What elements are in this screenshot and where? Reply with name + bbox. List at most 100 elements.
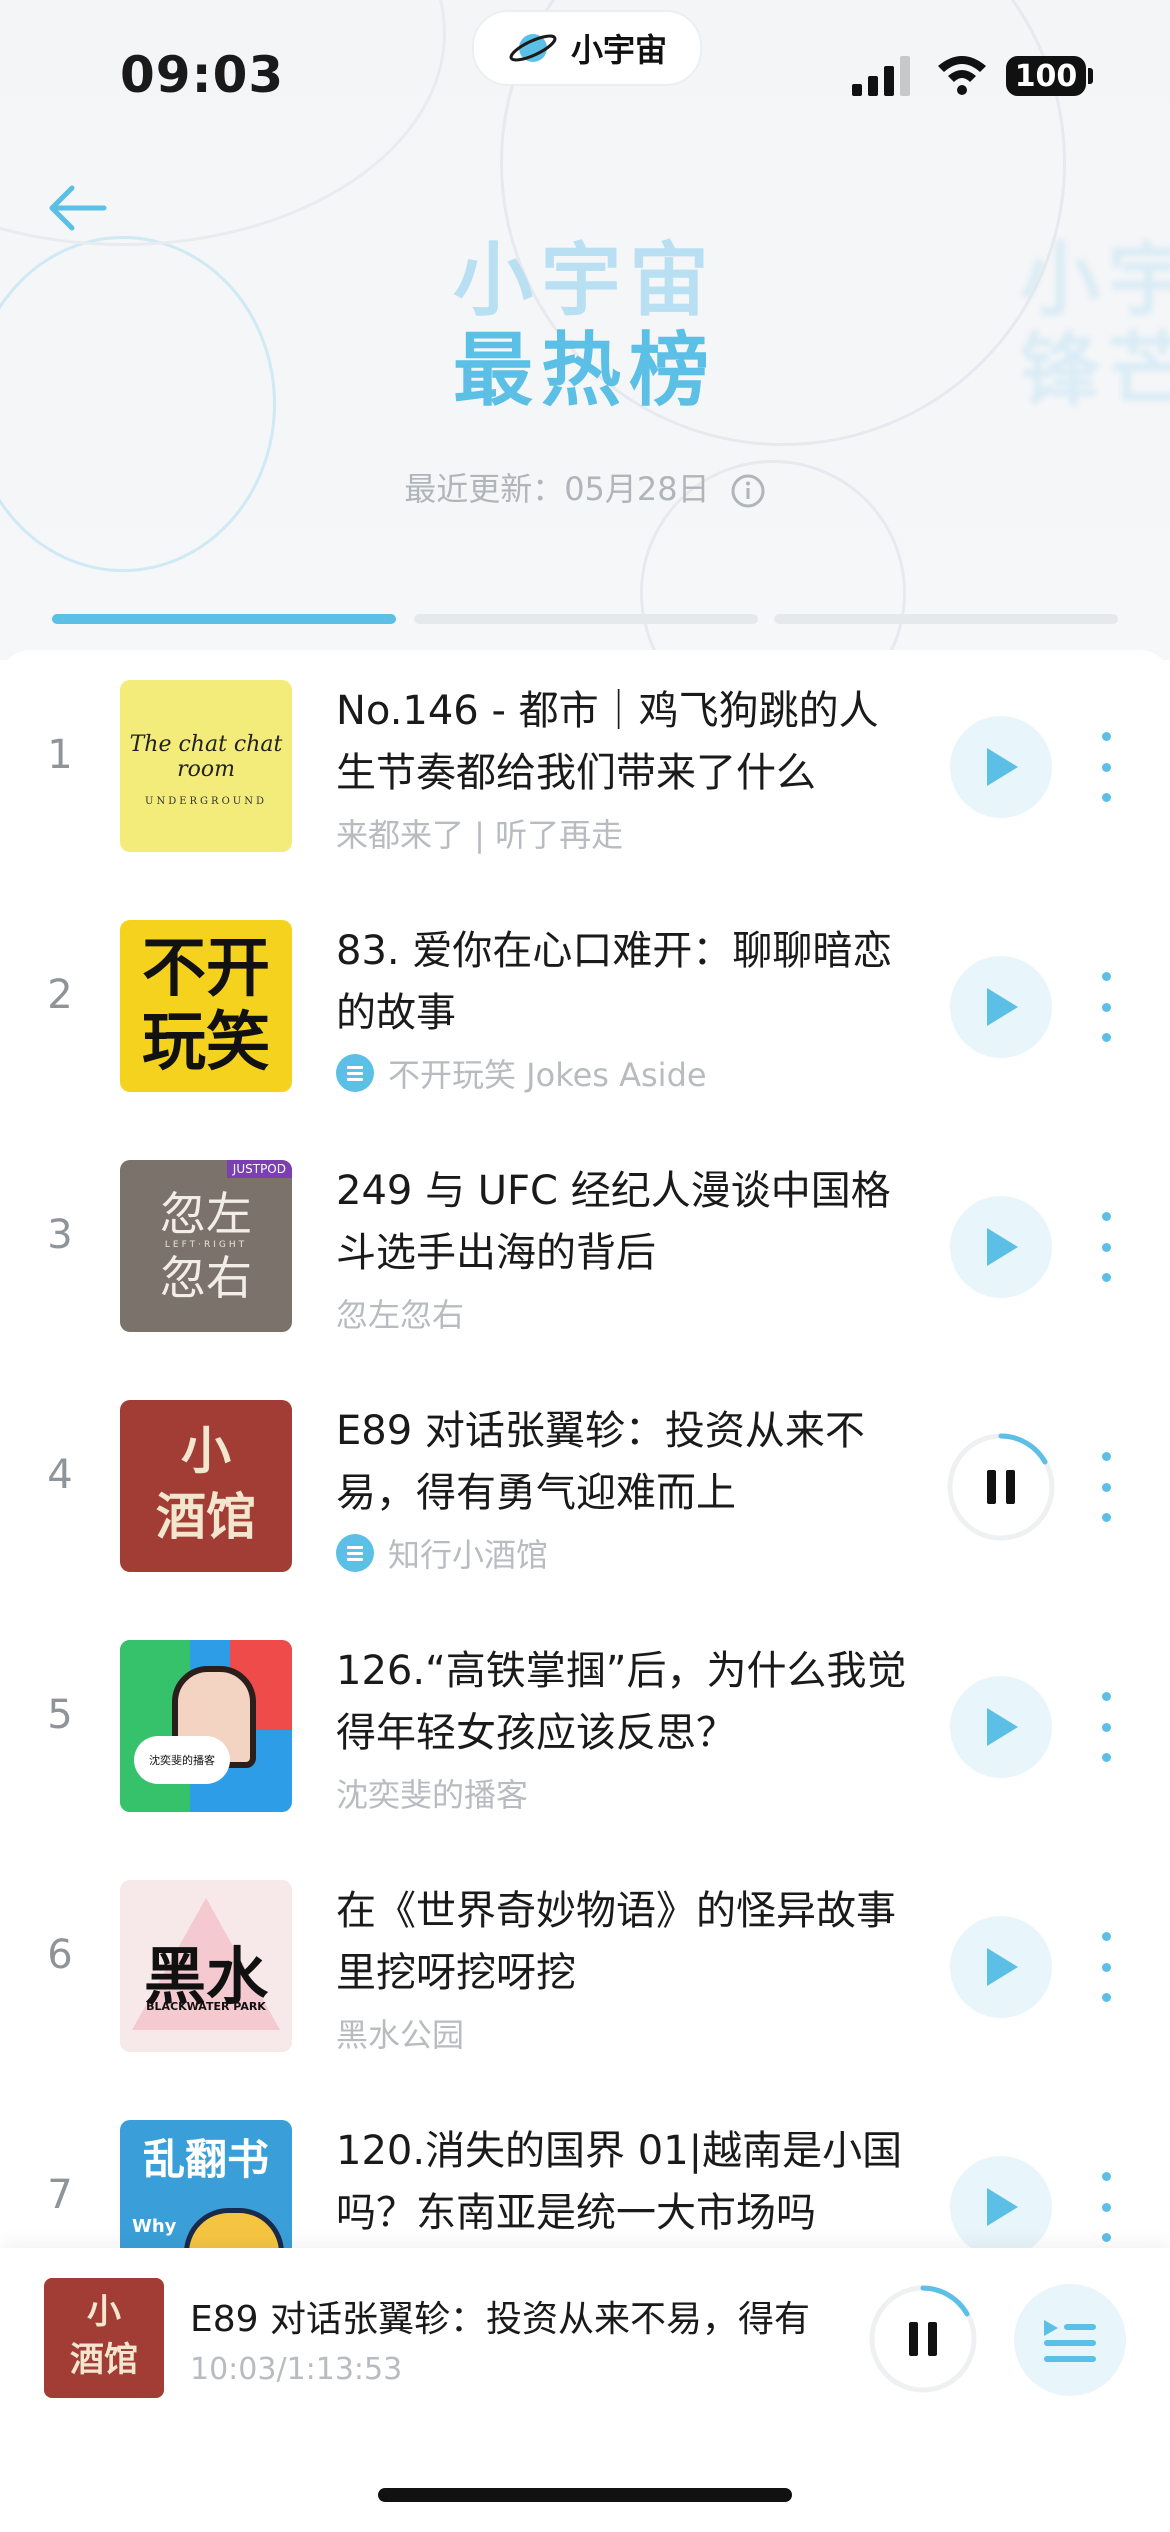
app-badge-label: 小宇宙 xyxy=(570,31,667,69)
dot xyxy=(1101,1932,1111,1941)
play-icon xyxy=(987,988,1018,1026)
episode-title[interactable]: 在《世界奇妙物语》的怪异故事里挖呀挖呀挖 xyxy=(336,1880,916,2004)
podcast-name[interactable]: 沈奕斐的播客 xyxy=(336,1770,916,1816)
more-options-button[interactable] xyxy=(1092,732,1120,802)
dot xyxy=(1101,732,1111,741)
dot xyxy=(1101,1212,1111,1221)
episode-title[interactable]: E89 对话张翼轸：投资从来不易，得有勇气迎难而上 xyxy=(336,1400,916,1524)
list-item[interactable]: 5 沈奕斐的播客 126.“高铁掌掴”后，为什么我觉得年轻女孩应该反思？ 沈奕斐… xyxy=(0,1610,1170,1850)
rank-number: 7 xyxy=(47,2172,73,2218)
dot xyxy=(1101,2233,1111,2242)
cover-subtext: Why xyxy=(132,2216,177,2237)
play-button[interactable] xyxy=(950,716,1052,818)
battery-nub xyxy=(1088,68,1093,84)
play-icon xyxy=(987,1228,1018,1266)
play-icon xyxy=(987,1708,1018,1746)
episode-title[interactable]: 249 与 UFC 经纪人漫谈中国格斗选手出海的背后 xyxy=(336,1160,916,1284)
episode-list: 1 The chat chat room UNDERGROUND No.146 … xyxy=(0,650,1170,2292)
episode-cover: 不开 玩笑 xyxy=(120,920,292,1092)
tab-indicator-active[interactable] xyxy=(52,614,396,624)
rank-number: 2 xyxy=(47,972,73,1018)
dot xyxy=(1101,1482,1111,1492)
pause-progress-icon xyxy=(947,1433,1055,1541)
dot xyxy=(1101,1033,1111,1042)
podcast-name-text: 知行小酒馆 xyxy=(388,1536,549,1574)
podcast-name[interactable]: 知行小酒馆 xyxy=(336,1530,916,1576)
play-icon xyxy=(987,748,1018,786)
cover-text: 小 酒馆 xyxy=(156,1422,256,1546)
podcast-name-text: 忽左忽右 xyxy=(336,1296,465,1334)
title-line-1: 小宇宙 xyxy=(453,234,717,327)
cover-tag: JUSTPOD xyxy=(226,1160,292,1178)
wifi-icon xyxy=(938,56,986,95)
podcast-name[interactable]: 来都来了 | 听了再走 xyxy=(336,810,916,856)
player-title[interactable]: E89 对话张翼轸：投资从来不易，得有勇气迎难而上 xyxy=(190,2290,810,2342)
page-title: 小宇宙 最热榜 xyxy=(0,236,1170,416)
update-info: 最近更新：05月28日 xyxy=(0,464,1170,510)
podcast-name-text: 来都来了 | 听了再走 xyxy=(336,816,624,854)
play-button[interactable] xyxy=(950,2156,1052,2258)
status-bar: 09:03 小宇宙 100 xyxy=(0,0,1170,150)
rank-number: 5 xyxy=(47,1692,73,1738)
back-button[interactable] xyxy=(46,180,110,236)
more-options-button[interactable] xyxy=(1092,1452,1120,1522)
more-options-button[interactable] xyxy=(1092,1692,1120,1762)
player-time: 10:03/1:13:53 xyxy=(190,2352,403,2387)
planet-icon xyxy=(509,34,557,62)
player-pause-button[interactable] xyxy=(868,2284,978,2394)
tab-indicator[interactable] xyxy=(774,614,1118,624)
rank-number: 1 xyxy=(47,732,73,778)
play-button[interactable] xyxy=(950,1196,1052,1298)
episode-title[interactable]: 83. 爱你在心口难开：聊聊暗恋的故事 xyxy=(336,920,916,1044)
podcast-name[interactable]: 忽左忽右 xyxy=(336,1290,916,1336)
play-button[interactable] xyxy=(950,1916,1052,2018)
episode-title[interactable]: 126.“高铁掌掴”后，为什么我觉得年轻女孩应该反思？ xyxy=(336,1640,916,1764)
episode-title[interactable]: 120.消失的国界 01|越南是小国吗？东南亚是统一大市场吗 xyxy=(336,2120,916,2244)
cover-text: 沈奕斐的播客 xyxy=(149,1754,215,1767)
chart-tabs xyxy=(52,614,1118,624)
home-indicator[interactable] xyxy=(378,2488,792,2502)
play-button[interactable] xyxy=(950,956,1052,1058)
play-icon xyxy=(987,2188,1018,2226)
rank-number: 4 xyxy=(47,1452,73,1498)
episode-cover: 小 酒馆 xyxy=(120,1400,292,1572)
episode-title[interactable]: No.146 - 都市｜鸡飞狗跳的人生节奏都给我们带来了什么 xyxy=(336,680,916,804)
pause-progress-icon xyxy=(869,2285,977,2393)
dot xyxy=(1101,1513,1111,1522)
document-icon xyxy=(336,1054,374,1092)
dot xyxy=(1101,1962,1111,1972)
update-text: 最近更新：05月28日 xyxy=(404,470,710,508)
podcast-name-text: 不开玩笑 Jokes Aside xyxy=(388,1056,707,1094)
episode-cover: JUSTPOD 忽左 忽右 LEFT·RIGHT xyxy=(120,1160,292,1332)
pause-button[interactable] xyxy=(946,1432,1056,1542)
list-item[interactable]: 1 The chat chat room UNDERGROUND No.146 … xyxy=(0,650,1170,890)
dot xyxy=(1101,2202,1111,2212)
episode-cover: The chat chat room UNDERGROUND xyxy=(120,680,292,852)
player-cover: 小 酒馆 xyxy=(44,2278,164,2398)
cover-subtext: UNDERGROUND xyxy=(145,796,267,807)
tab-indicator[interactable] xyxy=(414,614,758,624)
podcast-name[interactable]: 不开玩笑 Jokes Aside xyxy=(336,1050,916,1096)
document-icon xyxy=(336,1534,374,1572)
dot xyxy=(1101,1753,1111,1762)
app-badge[interactable]: 小宇宙 xyxy=(472,10,702,86)
play-icon xyxy=(987,1948,1018,1986)
side-title-peek[interactable]: 小宇 锋芒 xyxy=(1020,236,1170,416)
cover-label-bubble: 沈奕斐的播客 xyxy=(134,1736,230,1784)
playlist-button[interactable] xyxy=(1014,2284,1126,2396)
more-options-button[interactable] xyxy=(1092,972,1120,1042)
podcast-name[interactable]: 黑水公园 xyxy=(336,2010,916,2056)
info-icon[interactable] xyxy=(730,473,766,509)
dot xyxy=(1101,1273,1111,1282)
list-item[interactable]: 4 小 酒馆 E89 对话张翼轸：投资从来不易，得有勇气迎难而上 知行小酒馆 xyxy=(0,1370,1170,1610)
play-button[interactable] xyxy=(950,1676,1052,1778)
more-options-button[interactable] xyxy=(1092,1212,1120,1282)
list-item[interactable]: 2 不开 玩笑 83. 爱你在心口难开：聊聊暗恋的故事 不开玩笑 Jokes A… xyxy=(0,890,1170,1130)
list-item[interactable]: 6 黑水 BLACKWATER PARK 在《世界奇妙物语》的怪异故事里挖呀挖呀… xyxy=(0,1850,1170,2090)
title-line-2: 最热榜 xyxy=(453,324,717,417)
more-options-button[interactable] xyxy=(1092,1932,1120,2002)
cover-subtext: BLACKWATER PARK xyxy=(146,2000,266,2013)
list-item[interactable]: 3 JUSTPOD 忽左 忽右 LEFT·RIGHT 249 与 UFC 经纪人… xyxy=(0,1130,1170,1370)
rank-number: 3 xyxy=(47,1212,73,1258)
more-options-button[interactable] xyxy=(1092,2172,1120,2242)
